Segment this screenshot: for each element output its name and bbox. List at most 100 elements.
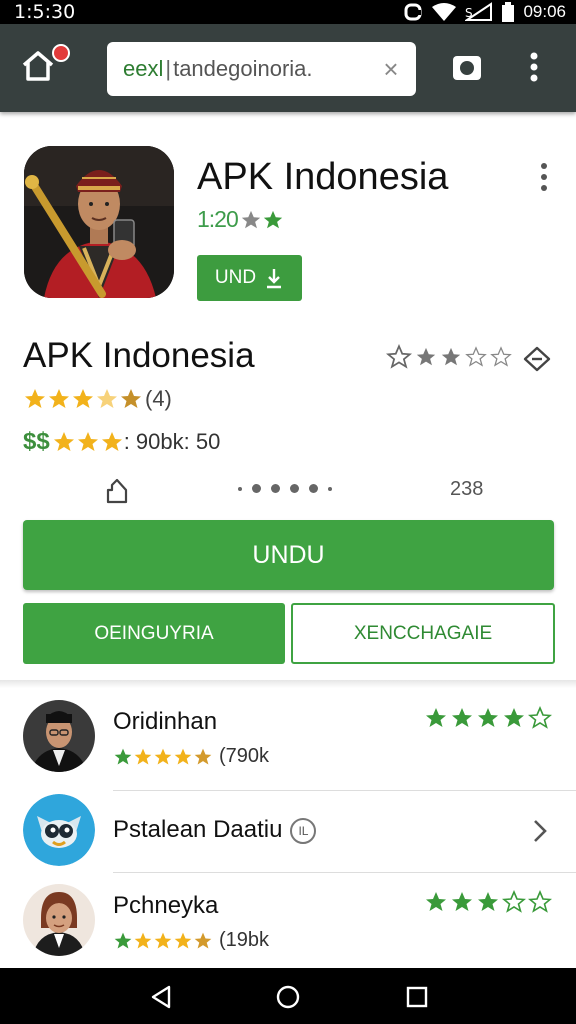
system-nav-bar: [0, 968, 576, 1024]
home-nav-icon[interactable]: [275, 984, 301, 1010]
star-outline-icon: [502, 890, 526, 913]
status-time: 1:5:30: [14, 1, 76, 23]
wifi-icon: [432, 3, 457, 21]
star-icon: [194, 932, 212, 948]
star-icon: [452, 892, 472, 911]
install-button-small[interactable]: UND: [197, 255, 302, 301]
avatar-mascot-icon: [23, 794, 95, 866]
star-icon: [478, 892, 498, 911]
star-icon: [263, 210, 282, 228]
star-icon[interactable]: [415, 346, 437, 368]
list-item-stars: [424, 706, 552, 730]
star-icon: [241, 210, 260, 228]
star-icon: [121, 389, 141, 408]
star-icon: [101, 432, 122, 451]
screen: 1:5:30 S 09:06 eexl | tandegoinoria. × A…: [0, 0, 576, 1024]
app-title: APK Indonesia: [197, 156, 449, 198]
rate-stars[interactable]: [386, 344, 512, 370]
star-icon: [25, 389, 45, 408]
home-button[interactable]: [20, 44, 70, 88]
avatar-person-icon: [23, 884, 95, 956]
downloads-prefix: $$: [23, 428, 50, 455]
status-clock: 09:06: [523, 2, 566, 21]
status-icons: S 09:06: [403, 2, 566, 22]
star-icon: [53, 432, 74, 451]
star-icon: [73, 389, 93, 408]
browser-menu-button[interactable]: [524, 50, 544, 84]
install-icon: [106, 478, 128, 504]
star-icon[interactable]: [440, 346, 462, 368]
star-icon: [97, 389, 117, 408]
star-icon: [134, 932, 152, 948]
status-bar: 1:5:30 S 09:06: [0, 0, 576, 24]
more-vert-icon: [530, 52, 538, 82]
share-button[interactable]: [522, 344, 552, 374]
list-item-badge: IL: [290, 817, 317, 844]
more-vert-icon: [541, 163, 547, 191]
avatar: [23, 794, 95, 866]
rating-count: (4): [145, 386, 172, 411]
list-divider: [113, 872, 576, 873]
star-icon: [174, 748, 192, 764]
avatar-person-icon: [23, 700, 95, 772]
meta-number: 238: [450, 478, 484, 500]
browser-toolbar: eexl | tandegoinoria. ×: [0, 24, 576, 112]
avatar: [23, 884, 95, 956]
list-divider: [113, 790, 576, 791]
star-icon: [114, 932, 132, 948]
section-divider: [0, 680, 576, 688]
meta-row: 238: [0, 472, 576, 508]
battery-icon: [502, 2, 515, 22]
star-icon: [478, 708, 498, 727]
star-icon: [426, 708, 446, 727]
star-icon: [134, 748, 152, 764]
downloads-row: $$ : 90bk: 50: [23, 428, 220, 456]
star-outline-icon[interactable]: [386, 344, 412, 370]
clear-icon[interactable]: ×: [380, 56, 402, 82]
url-host: tandegoinoria.: [173, 56, 313, 81]
star-icon: [49, 389, 69, 408]
app-rating: 1:20: [197, 206, 284, 233]
list-item-stars: [424, 890, 552, 914]
star-icon: [504, 708, 524, 727]
notification-badge: [52, 44, 70, 62]
list-item[interactable]: Pstalean Daatiu IL: [0, 794, 576, 880]
camera-button[interactable]: [450, 50, 484, 84]
star-icon: [194, 748, 212, 764]
list-item[interactable]: Oridinhan (790k: [0, 700, 576, 786]
secondary-right-button[interactable]: XENCCHAGAIE: [291, 603, 555, 664]
chevron-right-icon[interactable]: [530, 818, 550, 844]
details-rating: (4): [23, 386, 172, 412]
sync-icon: [404, 3, 422, 21]
star-icon: [154, 932, 172, 948]
star-outline-icon: [528, 890, 552, 913]
home-icon: [22, 51, 54, 81]
star-outline-icon[interactable]: [465, 346, 487, 368]
primary-download-button[interactable]: UNDU: [23, 520, 554, 590]
page-indicator: [238, 484, 332, 493]
star-outline-icon: [528, 706, 552, 729]
list-item-name: Pstalean Daatiu IL: [113, 816, 317, 844]
app-icon[interactable]: [24, 146, 174, 298]
url-separator: |: [165, 56, 172, 81]
app-menu-button[interactable]: [536, 160, 552, 194]
signal-icon: S: [465, 2, 493, 21]
star-icon: [77, 432, 98, 451]
list-item-count: (790k: [219, 745, 270, 767]
star-icon: [174, 932, 192, 948]
recents-icon[interactable]: [404, 984, 430, 1010]
star-icon: [114, 748, 132, 764]
download-icon: [267, 269, 282, 289]
list-item[interactable]: Pchneyka (19bk: [0, 884, 576, 970]
star-outline-icon[interactable]: [490, 346, 512, 368]
details-title: APK Indonesia: [23, 336, 255, 375]
url-bar[interactable]: eexl | tandegoinoria. ×: [107, 42, 416, 96]
install-label: UND: [214, 267, 257, 288]
app-rating-value: 1:20: [197, 206, 239, 232]
secondary-left-button[interactable]: OEINGUYRIA: [23, 603, 285, 664]
share-icon: [523, 346, 551, 372]
list-item-name-text: Pstalean Daatiu: [113, 816, 283, 843]
star-icon: [154, 748, 172, 764]
back-icon[interactable]: [148, 984, 174, 1010]
list-item-rating: (790k: [113, 745, 269, 768]
